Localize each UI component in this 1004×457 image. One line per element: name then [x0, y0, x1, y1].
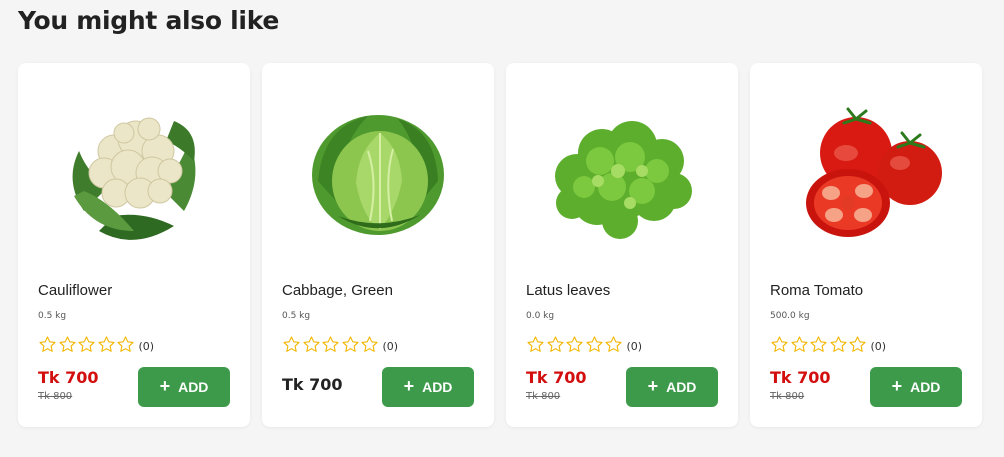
- plus-icon: +: [891, 376, 903, 396]
- cabbage-image: [312, 115, 444, 235]
- sale-price: Tk 700: [526, 368, 587, 387]
- product-name[interactable]: Roma Tomato: [770, 282, 863, 299]
- plus-icon: +: [159, 376, 171, 396]
- tomato-image: [806, 107, 942, 237]
- star-outline-icon: [117, 336, 134, 352]
- product-image[interactable]: [766, 81, 966, 261]
- old-price: Tk 800: [38, 391, 73, 402]
- star-rating: (0): [38, 335, 154, 354]
- star-rating: (0): [770, 335, 886, 354]
- plus-icon: +: [647, 376, 659, 396]
- star-outline-icon: [546, 336, 564, 352]
- product-name[interactable]: Cauliflower: [38, 282, 112, 299]
- star-outline-icon: [322, 336, 339, 352]
- product-image[interactable]: [522, 81, 722, 261]
- star-outline-icon: [361, 336, 378, 352]
- star-rating: (0): [282, 335, 398, 354]
- product-card[interactable]: Latus leaves 0.0 kg (0) Tk 700 Tk 800 + …: [506, 63, 738, 427]
- product-image[interactable]: [34, 81, 234, 261]
- price: Tk 700: [282, 375, 343, 394]
- add-to-cart-button[interactable]: + ADD: [870, 367, 962, 407]
- star-outline-icon: [605, 336, 622, 352]
- product-image[interactable]: [278, 81, 478, 261]
- star-rating: (0): [526, 335, 642, 354]
- plus-icon: +: [403, 376, 415, 396]
- add-button-label: ADD: [910, 379, 941, 395]
- star-outline-icon: [849, 336, 866, 352]
- star-outline-icon: [78, 336, 95, 352]
- star-outline-icon: [341, 336, 359, 352]
- add-to-cart-button[interactable]: + ADD: [626, 367, 718, 407]
- lettuce-image: [555, 121, 692, 239]
- product-card[interactable]: Cabbage, Green 0.5 kg (0) Tk 700 + ADD: [262, 63, 494, 427]
- rating-count: (0): [626, 339, 643, 353]
- star-outline-icon: [527, 336, 544, 352]
- section-title: You might also like: [18, 6, 279, 35]
- star-outline-icon: [810, 336, 827, 352]
- star-outline-icon: [829, 336, 847, 352]
- sale-price: Tk 700: [770, 368, 831, 387]
- add-to-cart-button[interactable]: + ADD: [138, 367, 230, 407]
- add-button-label: ADD: [666, 379, 697, 395]
- star-outline-icon: [566, 336, 583, 352]
- sale-price: Tk 700: [38, 368, 99, 387]
- add-button-label: ADD: [178, 379, 209, 395]
- star-outline-icon: [58, 336, 76, 352]
- cauliflower-image: [72, 117, 196, 240]
- star-outline-icon: [97, 336, 115, 352]
- old-price: Tk 800: [770, 391, 805, 402]
- product-weight: 0.5 kg: [38, 311, 67, 321]
- add-button-label: ADD: [422, 379, 453, 395]
- old-price: Tk 800: [526, 391, 561, 402]
- product-name[interactable]: Latus leaves: [526, 282, 610, 299]
- star-outline-icon: [790, 336, 808, 352]
- product-name[interactable]: Cabbage, Green: [282, 282, 393, 299]
- star-outline-icon: [302, 336, 320, 352]
- star-outline-icon: [771, 336, 788, 352]
- product-weight: 0.5 kg: [282, 311, 311, 321]
- rating-count: (0): [870, 339, 887, 353]
- product-card[interactable]: Roma Tomato 500.0 kg (0) Tk 700 Tk 800 +…: [750, 63, 982, 427]
- product-weight: 500.0 kg: [770, 311, 810, 321]
- product-card[interactable]: Cauliflower 0.5 kg (0) Tk 700 Tk 800 + A…: [18, 63, 250, 427]
- star-outline-icon: [283, 336, 300, 352]
- product-carousel: Cauliflower 0.5 kg (0) Tk 700 Tk 800 + A…: [18, 63, 982, 427]
- rating-count: (0): [382, 339, 399, 353]
- star-outline-icon: [39, 336, 56, 352]
- product-weight: 0.0 kg: [526, 311, 555, 321]
- star-outline-icon: [585, 336, 603, 352]
- add-to-cart-button[interactable]: + ADD: [382, 367, 474, 407]
- rating-count: (0): [138, 339, 155, 353]
